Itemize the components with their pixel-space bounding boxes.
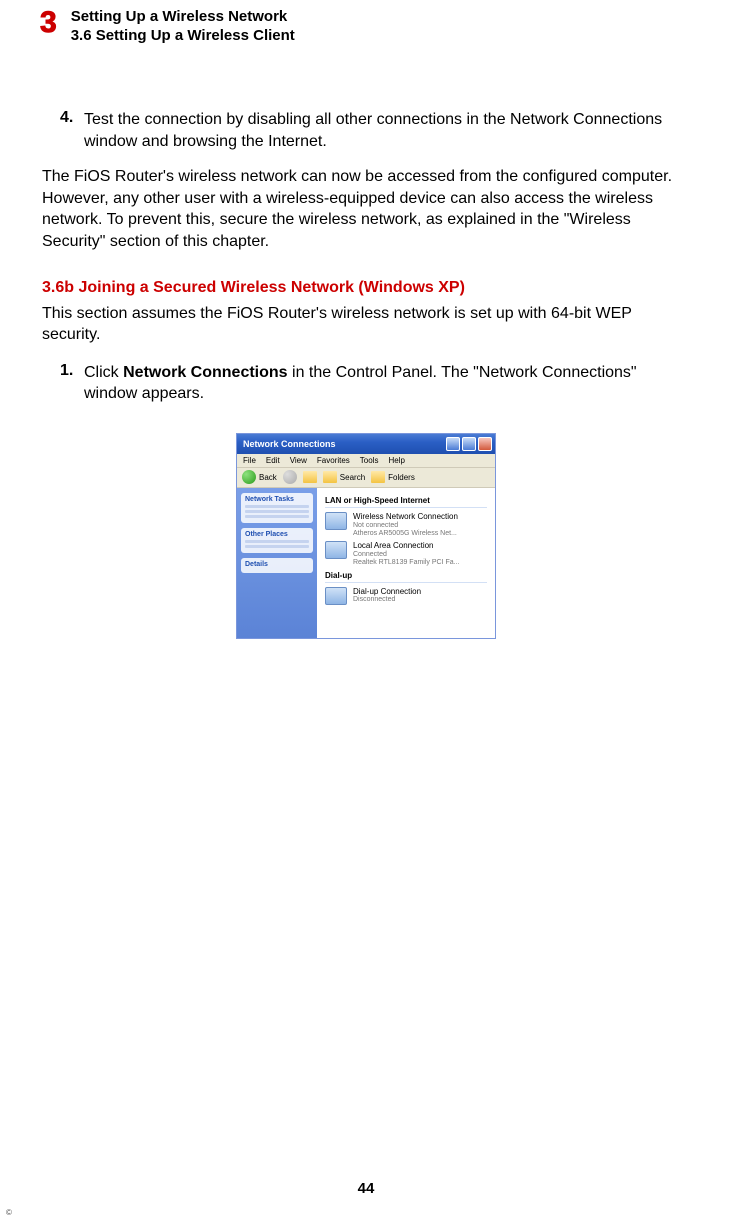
group-dialup-head: Dial-up: [325, 571, 487, 583]
panel-details-head: Details: [245, 561, 309, 568]
menu-file[interactable]: File: [243, 456, 256, 465]
window-title: Network Connections: [243, 439, 336, 449]
folders-icon: [371, 471, 385, 483]
forward-button[interactable]: [283, 470, 297, 484]
header-text-block: Setting Up a Wireless Network 3.6 Settin…: [71, 8, 295, 45]
menu-edit[interactable]: Edit: [266, 456, 280, 465]
subsection-heading: 3.6b Joining a Secured Wireless Network …: [42, 279, 690, 297]
lan-icon: [325, 541, 347, 559]
folders-label: Folders: [388, 473, 415, 482]
step-1: 1. Click Network Connections in the Cont…: [60, 362, 690, 405]
back-button[interactable]: Back: [242, 470, 277, 484]
lan-name: Local Area Connection: [353, 541, 459, 551]
search-icon: [323, 471, 337, 483]
dialup-status: Disconnected: [353, 596, 421, 604]
wlan-adapter: Atheros AR5005G Wireless Net...: [353, 530, 458, 538]
wlan-icon: [325, 512, 347, 530]
dialup-name: Dial-up Connection: [353, 587, 421, 597]
intro-paragraph: This section assumes the FiOS Router's w…: [42, 303, 690, 346]
menu-view[interactable]: View: [290, 456, 307, 465]
toolbar: Back Search Folders: [237, 468, 495, 488]
main-panel: LAN or High-Speed Internet Wireless Netw…: [317, 488, 495, 638]
access-paragraph: The FiOS Router's wireless network can n…: [42, 166, 690, 252]
menu-tools[interactable]: Tools: [360, 456, 379, 465]
step-4: 4. Test the connection by disabling all …: [60, 109, 690, 152]
winxp-window: Network Connections File Edit View Favor…: [236, 433, 496, 639]
section-title: 3.6 Setting Up a Wireless Client: [71, 27, 295, 45]
dialup-text: Dial-up Connection Disconnected: [353, 587, 421, 605]
panel-other: Other Places: [241, 528, 313, 553]
back-icon: [242, 470, 256, 484]
menu-favorites[interactable]: Favorites: [317, 456, 350, 465]
panel-tasks: Network Tasks: [241, 493, 313, 523]
search-label: Search: [340, 473, 365, 482]
menu-help[interactable]: Help: [388, 456, 404, 465]
step-bold: Network Connections: [123, 364, 287, 381]
group-lan-head: LAN or High-Speed Internet: [325, 496, 487, 508]
page-header: 3 Setting Up a Wireless Network 3.6 Sett…: [0, 0, 732, 45]
step-pre: Click: [84, 364, 123, 381]
folders-button[interactable]: Folders: [371, 471, 415, 483]
dialup-icon: [325, 587, 347, 605]
panel-tasks-head: Network Tasks: [245, 496, 309, 503]
dialup-item[interactable]: Dial-up Connection Disconnected: [325, 587, 487, 605]
maximize-button[interactable]: [462, 437, 476, 451]
panel-details: Details: [241, 558, 313, 573]
side-panel: Network Tasks Other Places Details: [237, 488, 317, 638]
wlan-status: Not connected: [353, 522, 458, 530]
menu-bar: File Edit View Favorites Tools Help: [237, 454, 495, 468]
step-text: Test the connection by disabling all oth…: [84, 109, 690, 152]
step-number: 1.: [60, 362, 84, 405]
lan-item[interactable]: Local Area Connection Connected Realtek …: [325, 541, 487, 567]
chapter-title: Setting Up a Wireless Network: [71, 8, 295, 26]
lan-text: Local Area Connection Connected Realtek …: [353, 541, 459, 567]
step-number: 4.: [60, 109, 84, 152]
panel-other-head: Other Places: [245, 531, 309, 538]
figure-network-connections: Network Connections File Edit View Favor…: [42, 433, 690, 639]
window-titlebar: Network Connections: [237, 434, 495, 454]
wlan-text: Wireless Network Connection Not connecte…: [353, 512, 458, 538]
lan-status: Connected: [353, 551, 459, 559]
page-content: 4. Test the connection by disabling all …: [0, 45, 732, 639]
close-button[interactable]: [478, 437, 492, 451]
wlan-name: Wireless Network Connection: [353, 512, 458, 522]
wlan-item[interactable]: Wireless Network Connection Not connecte…: [325, 512, 487, 538]
lan-adapter: Realtek RTL8139 Family PCI Fa...: [353, 559, 459, 567]
back-label: Back: [259, 473, 277, 482]
step-text: Click Network Connections in the Control…: [84, 362, 690, 405]
search-button[interactable]: Search: [323, 471, 365, 483]
chapter-number: 3: [40, 8, 57, 38]
up-button[interactable]: [303, 471, 317, 483]
window-body: Network Tasks Other Places Details: [237, 488, 495, 638]
minimize-button[interactable]: [446, 437, 460, 451]
page-number: 44: [0, 1180, 732, 1197]
titlebar-buttons: [446, 437, 492, 451]
copyright-mark: ©: [6, 1208, 12, 1217]
